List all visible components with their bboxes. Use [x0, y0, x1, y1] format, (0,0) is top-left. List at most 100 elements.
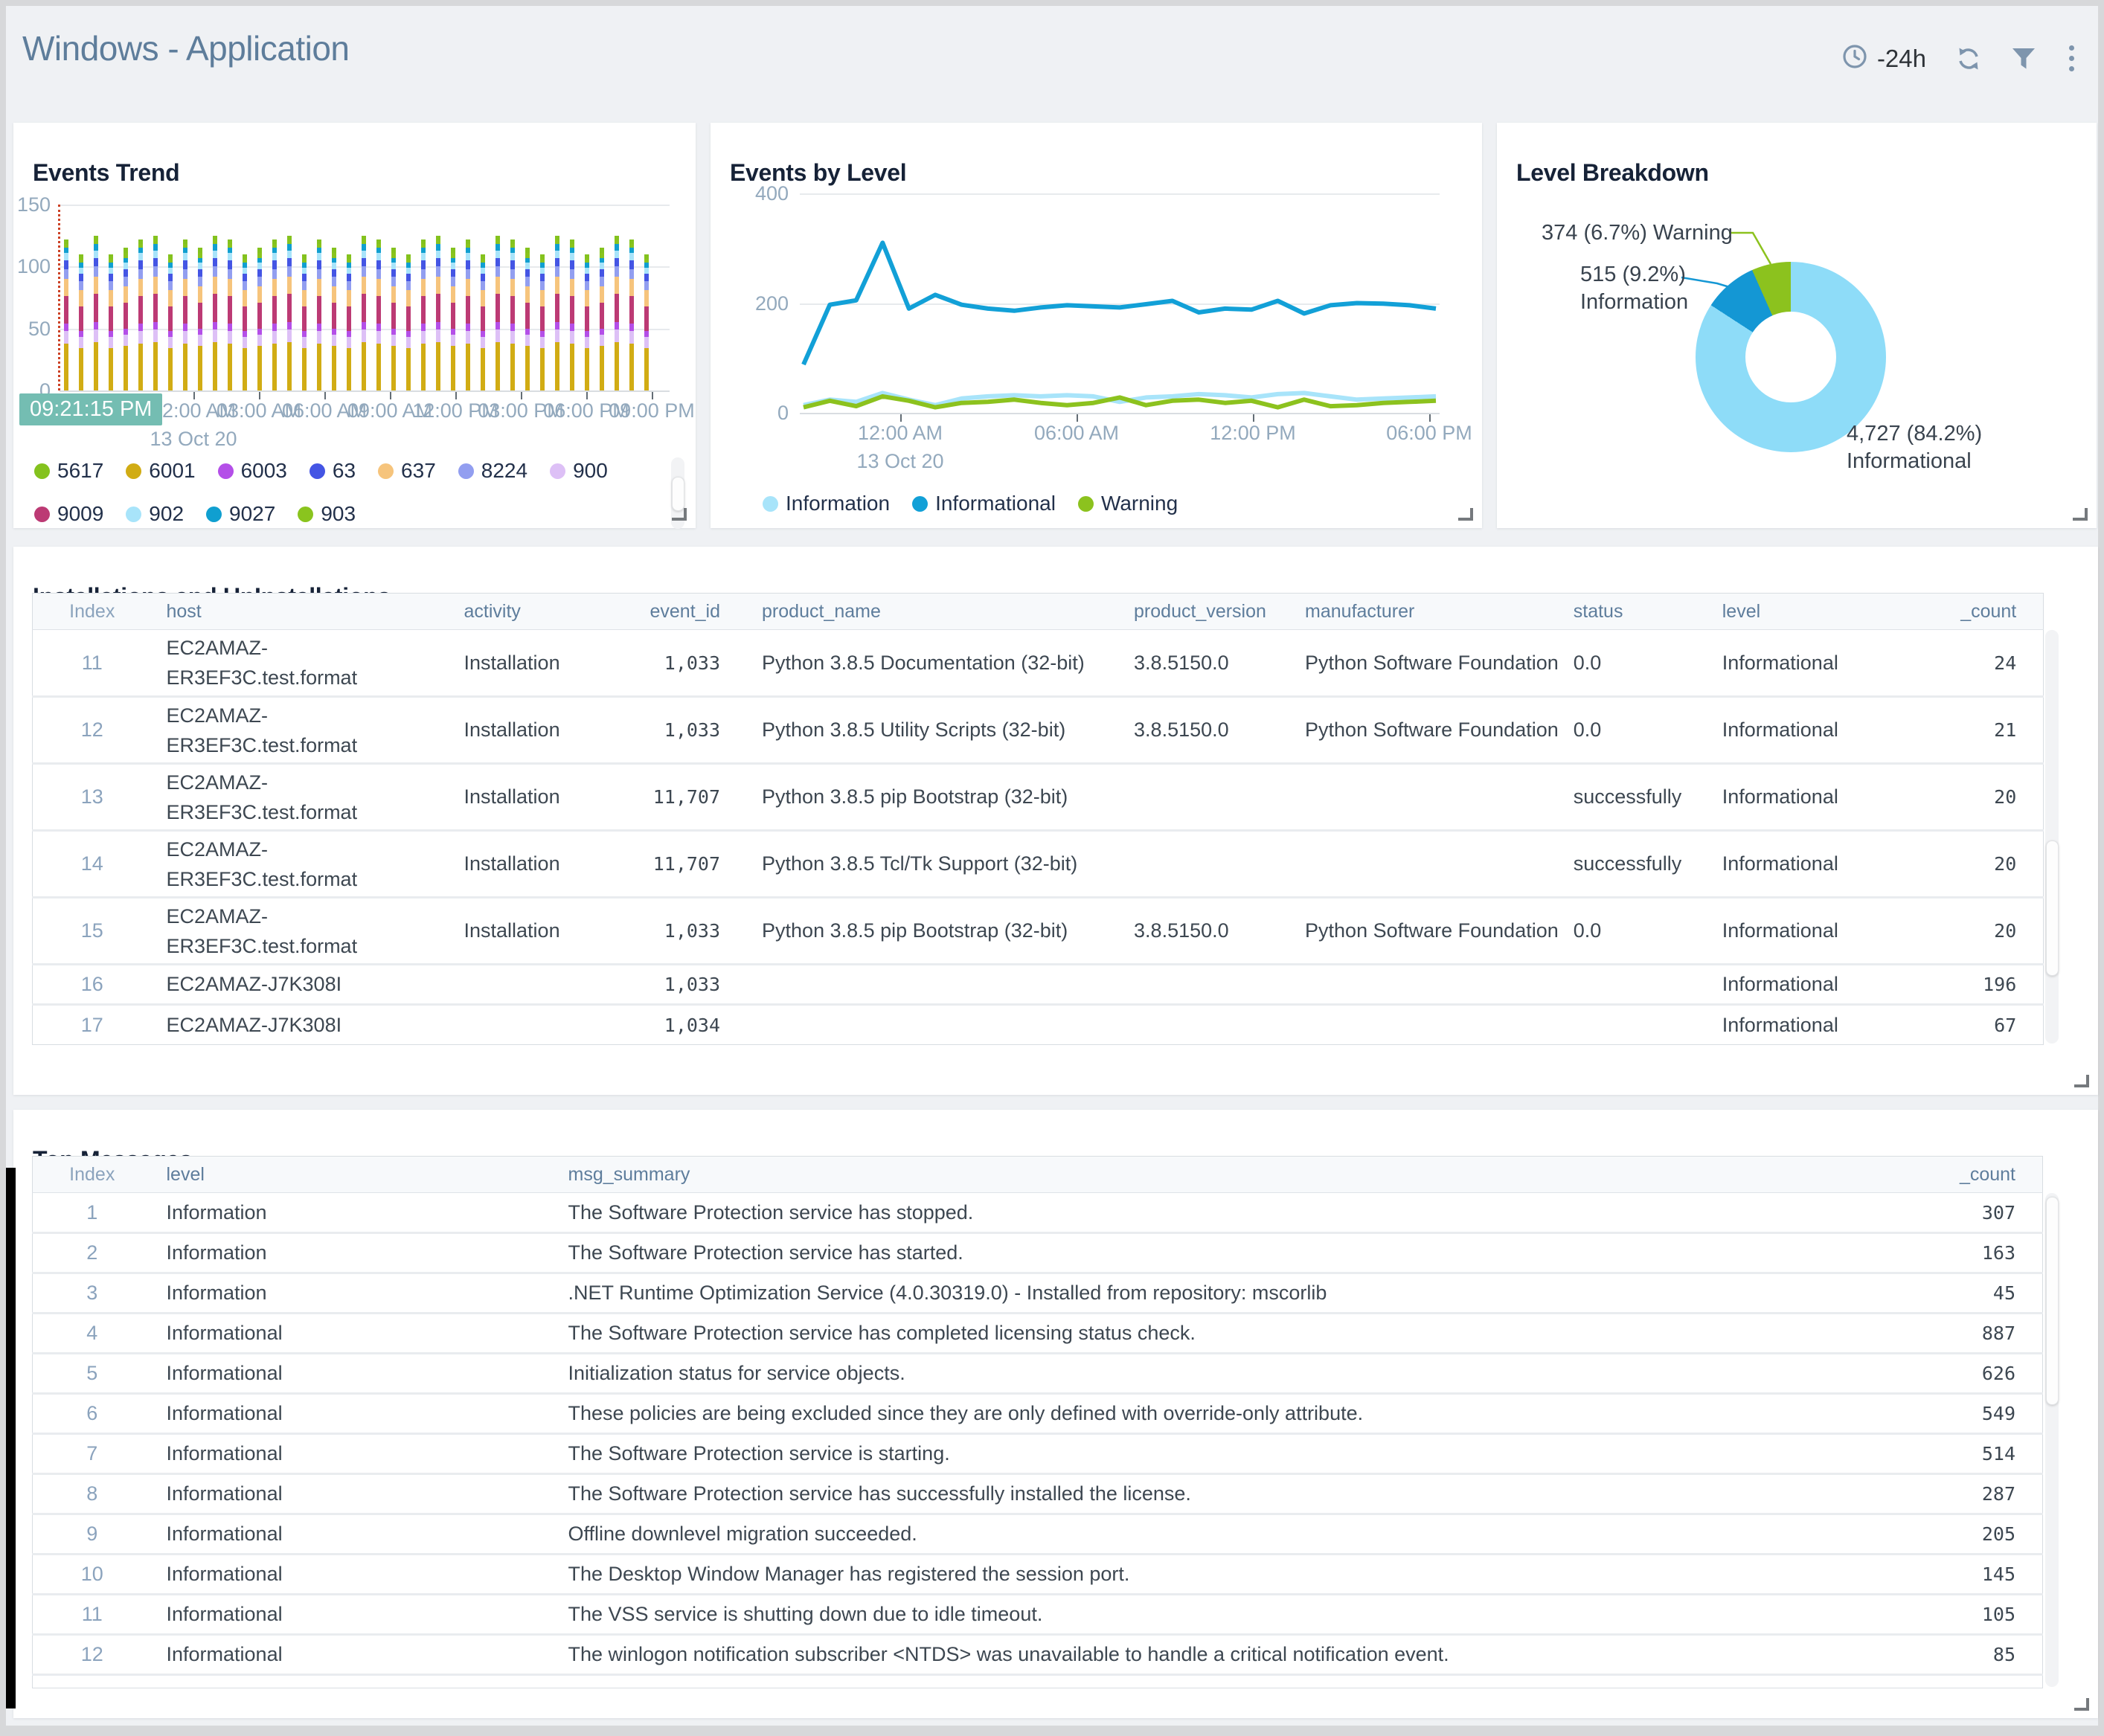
bar-segment [376, 248, 381, 253]
legend-item[interactable]: 8224 [458, 459, 527, 483]
bar-segment [451, 263, 455, 269]
table-row[interactable]: 7InformationalThe Software Protection se… [33, 1434, 2043, 1474]
table-row[interactable]: 15EC2AMAZ-ER3EF3C.test.formatInstallatio… [33, 898, 2044, 965]
bar-segment [257, 329, 262, 335]
host-text: EC2AMAZ-ER3EF3C.test.format [167, 633, 375, 692]
more-menu-icon[interactable] [2065, 44, 2079, 73]
y-axis-tick: 0 [751, 403, 789, 423]
x-axis-date: 13 Oct 20 [856, 450, 943, 473]
cell-manufacturer [1290, 1005, 1559, 1045]
cell-msg_summary: The Software Protection service is start… [554, 1434, 1870, 1474]
bar-segment [153, 342, 158, 390]
legend-item[interactable]: 900 [550, 459, 608, 483]
table-row[interactable]: 5InformationalInitialization status for … [33, 1354, 2043, 1394]
bar-segment [332, 335, 336, 346]
bar-segment [64, 279, 68, 296]
column-header-product_name[interactable]: product_name [747, 594, 1119, 630]
bar-segment [302, 331, 307, 337]
column-header-msg_summary[interactable]: msg_summary [554, 1157, 1870, 1193]
bar-segment [287, 236, 292, 241]
bar-segment [302, 268, 307, 274]
table-row[interactable]: 11InformationalThe VSS service is shutti… [33, 1595, 2043, 1635]
legend-item[interactable]: 903 [298, 502, 356, 526]
legend-dot-icon [763, 496, 778, 512]
bar-segment [257, 269, 262, 277]
bar-segment [406, 348, 411, 390]
legend-item[interactable]: 6003 [218, 459, 287, 483]
table-row[interactable]: 3Information.NET Runtime Optimization Se… [33, 1273, 2043, 1314]
scrollbar-thumb[interactable] [2046, 1197, 2059, 1405]
legend-item[interactable]: 6001 [126, 459, 195, 483]
column-header-host[interactable]: host [152, 594, 449, 630]
column-header-level[interactable]: level [1707, 594, 1871, 630]
events-by-level-lines [800, 193, 1440, 413]
bar-segment [362, 266, 366, 276]
table-row[interactable]: 12InformationalThe winlogon notification… [33, 1635, 2043, 1675]
legend-item[interactable]: 9027 [206, 502, 275, 526]
bar-segment [570, 253, 574, 260]
legend-item[interactable]: Informational [912, 492, 1056, 515]
legend-item[interactable]: 9009 [34, 502, 103, 526]
panel-level-breakdown: Level Breakdown 374 (6.7%) Warning 515 (… [1497, 123, 2097, 528]
table-row[interactable]: 1InformationThe Software Protection serv… [33, 1193, 2043, 1233]
table-row[interactable]: 4InformationalThe Software Protection se… [33, 1314, 2043, 1354]
table-row[interactable]: 11EC2AMAZ-ER3EF3C.test.formatInstallatio… [33, 630, 2044, 697]
column-header-manufacturer[interactable]: manufacturer [1290, 594, 1559, 630]
bar-segment [481, 254, 485, 260]
legend-item[interactable]: 902 [126, 502, 184, 526]
table-row[interactable]: 14EC2AMAZ-ER3EF3C.test.formatInstallatio… [33, 831, 2044, 898]
bar-segment [183, 324, 187, 331]
bar-segment [362, 277, 366, 294]
bar-segment [213, 244, 217, 250]
legend-item[interactable]: 637 [378, 459, 436, 483]
legend-item[interactable]: Information [763, 492, 890, 515]
bar-segment [332, 329, 336, 335]
information-slice-label: 515 (9.2%) Information [1580, 261, 1688, 316]
resize-handle[interactable] [2074, 1075, 2089, 1087]
cell-manufacturer: Python Software Foundation [1290, 630, 1559, 697]
cell-Index: 8 [33, 1474, 152, 1514]
table-row[interactable]: 12EC2AMAZ-ER3EF3C.test.formatInstallatio… [33, 697, 2044, 764]
legend-item[interactable]: 5617 [34, 459, 103, 483]
column-header-event_id[interactable]: event_id [635, 594, 748, 630]
bar-segment [332, 286, 336, 303]
resize-handle[interactable] [1458, 508, 1473, 521]
column-header-status[interactable]: status [1559, 594, 1707, 630]
scrollbar-thumb[interactable] [672, 477, 684, 511]
cell-Index: 9 [33, 1514, 152, 1555]
column-header-Index[interactable]: Index [33, 594, 152, 630]
scrollbar-thumb[interactable] [2046, 840, 2059, 976]
filter-icon[interactable] [2011, 47, 2036, 71]
column-header-activity[interactable]: activity [449, 594, 635, 630]
table-row[interactable]: 8InformationalThe Software Protection se… [33, 1474, 2043, 1514]
table-row[interactable]: 9InformationalOffline downlevel migratio… [33, 1514, 2043, 1555]
bar-segment [347, 274, 351, 281]
bar-segment [555, 258, 559, 267]
resize-handle[interactable] [2073, 508, 2088, 521]
column-header-product_version[interactable]: product_version [1119, 594, 1290, 630]
time-range-button[interactable]: -24h [1841, 43, 1926, 74]
legend-item[interactable]: 63 [309, 459, 356, 483]
bar-segment [540, 281, 545, 290]
table-row[interactable]: 16EC2AMAZ-J7K308I1,033Informational196 [33, 965, 2044, 1005]
table-row[interactable]: 2InformationThe Software Protection serv… [33, 1233, 2043, 1273]
bar-segment [228, 253, 232, 260]
column-header-_count[interactable]: _count [1870, 1157, 2043, 1193]
bar-segment [138, 260, 143, 269]
column-header-_count[interactable]: _count [1871, 594, 2044, 630]
bar-segment [79, 254, 83, 260]
table-row[interactable]: 13EC2AMAZ-ER3EF3C.test.formatInstallatio… [33, 764, 2044, 831]
bar-segment [615, 251, 619, 258]
table-row[interactable]: 17EC2AMAZ-J7K308I1,034Informational67 [33, 1005, 2044, 1045]
legend-item[interactable]: Warning [1078, 492, 1178, 515]
resize-handle[interactable] [672, 508, 687, 521]
table-row[interactable]: 10InformationalThe Desktop Window Manage… [33, 1555, 2043, 1595]
column-header-Index[interactable]: Index [33, 1157, 152, 1193]
panel-events-trend: Events Trend 15010050012:00 AM03:00 AM06… [13, 123, 696, 528]
refresh-icon[interactable] [1954, 45, 1983, 73]
bar-segment [406, 268, 411, 274]
cell-host: EC2AMAZ-J7K308I [152, 965, 449, 1005]
column-header-level[interactable]: level [152, 1157, 554, 1193]
table-row[interactable]: 6InformationalThese policies are being e… [33, 1394, 2043, 1434]
resize-handle[interactable] [2074, 1698, 2089, 1711]
